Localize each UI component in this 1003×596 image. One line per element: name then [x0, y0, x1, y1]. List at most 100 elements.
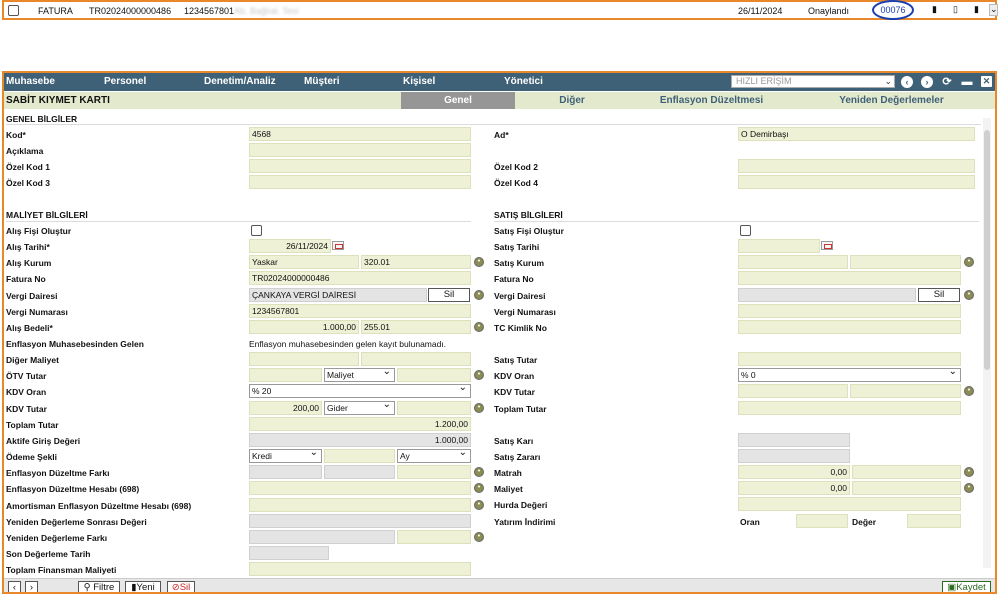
enf-fark-code[interactable] — [397, 465, 471, 479]
row-checkbox[interactable] — [8, 5, 19, 16]
tab-genel[interactable]: Genel — [401, 92, 515, 109]
tab-enflasyon[interactable]: Enflasyon Düzeltmesi — [629, 92, 794, 109]
next-icon[interactable]: › — [25, 581, 38, 592]
alis-fisi-checkbox[interactable] — [251, 225, 262, 236]
diger-maliyet-field[interactable] — [249, 352, 359, 366]
toplam-fin-field[interactable] — [249, 562, 471, 576]
lookup-icon[interactable]: • — [474, 483, 484, 493]
ozel-kod-3-field[interactable] — [249, 175, 471, 189]
alis-bedeli-field[interactable]: 1.000,00 — [249, 320, 359, 334]
ozel-kod-2-field[interactable] — [738, 159, 975, 173]
ozel-kod-4-field[interactable] — [738, 175, 975, 189]
oran-field[interactable] — [796, 514, 848, 528]
document-icon[interactable]: ▮ — [932, 4, 937, 15]
aciklama-field[interactable] — [249, 143, 471, 157]
lookup-icon[interactable]: • — [964, 290, 974, 300]
refresh-icon[interactable]: ⟳ — [941, 76, 953, 88]
alis-tarihi-field[interactable]: 26/11/2024 — [249, 239, 331, 253]
satis-vergi-dairesi-field[interactable] — [738, 288, 916, 302]
ad-field[interactable]: O Demirbaşı — [738, 127, 975, 141]
satis-kdv-tutar-field[interactable] — [738, 384, 848, 398]
diger-maliyet-code[interactable] — [361, 352, 471, 366]
satis-fatura-no-field[interactable] — [738, 271, 961, 285]
menu-denetim[interactable]: Denetim/Analiz — [204, 76, 276, 87]
alis-kurum-name[interactable]: Yaskar — [249, 255, 359, 269]
toplam-tutar-field[interactable]: 1.200,00 — [249, 417, 471, 431]
lookup-icon[interactable]: • — [474, 532, 484, 542]
satis-kurum-name[interactable] — [738, 255, 848, 269]
amort-field[interactable] — [249, 498, 471, 512]
satis-maliyet-field[interactable]: 0,00 — [738, 481, 850, 495]
filter-button[interactable]: ⚲ Filtre — [78, 581, 120, 592]
vertical-scrollbar[interactable] — [983, 118, 991, 568]
yd-fark-code[interactable] — [397, 530, 471, 544]
calendar-icon[interactable] — [821, 241, 833, 250]
lookup-icon[interactable]: • — [474, 257, 484, 267]
satis-vergi-no-field[interactable] — [738, 304, 961, 318]
odeme-period-select[interactable]: Ay — [397, 449, 471, 463]
lookup-icon[interactable]: • — [474, 403, 484, 413]
lookup-icon[interactable]: • — [474, 467, 484, 477]
matrah-field[interactable]: 0,00 — [738, 465, 850, 479]
pdf-icon[interactable]: ▯ — [953, 4, 958, 15]
menu-musteri[interactable]: Müşteri — [304, 76, 340, 87]
alis-kurum-code[interactable]: 320.01 — [361, 255, 471, 269]
lookup-icon[interactable]: • — [474, 500, 484, 510]
kdv-oran-select[interactable]: % 20 — [249, 384, 471, 398]
alis-bedeli-code[interactable]: 255.01 — [361, 320, 471, 334]
menu-yonetici[interactable]: Yönetici — [504, 76, 543, 87]
satis-tutar-field[interactable] — [738, 352, 961, 366]
satis-kdv-oran-select[interactable]: % 0 — [738, 368, 961, 382]
otv-type-select[interactable]: Maliyet — [324, 368, 395, 382]
ozel-kod-1-field[interactable] — [249, 159, 471, 173]
list-row[interactable]: FATURA TR02024000000486 1234567801 Ab. B… — [2, 0, 998, 20]
lookup-icon[interactable]: • — [474, 290, 484, 300]
calendar-icon[interactable] — [332, 241, 344, 250]
kdv-tutar-code[interactable] — [397, 401, 471, 415]
close-icon[interactable]: ✕ — [981, 76, 992, 87]
kdv-tutar-field[interactable]: 200,00 — [249, 401, 322, 415]
tc-field[interactable] — [738, 320, 961, 334]
deger-field[interactable] — [907, 514, 961, 528]
tab-yeniden-degerleme[interactable]: Yeniden Değerlemeler — [794, 92, 989, 109]
lookup-icon[interactable]: • — [474, 322, 484, 332]
satis-kdv-tutar-code[interactable] — [850, 384, 961, 398]
lookup-icon[interactable]: • — [964, 386, 974, 396]
satis-maliyet-code[interactable] — [852, 481, 961, 495]
vergi-no-field[interactable]: 1234567801 — [249, 304, 471, 318]
kod-field[interactable]: 4568 — [249, 127, 471, 141]
satis-kurum-code[interactable] — [850, 255, 961, 269]
back-icon[interactable]: ‹ — [901, 76, 913, 88]
lookup-icon[interactable]: • — [474, 370, 484, 380]
vergi-dairesi-field[interactable]: ÇANKAYA VERGİ DAİRESİ — [249, 288, 427, 302]
satis-toplam-field[interactable] — [738, 401, 961, 415]
scrollbar-thumb[interactable] — [984, 130, 990, 370]
lookup-icon[interactable]: • — [964, 467, 974, 477]
satis-fisi-checkbox[interactable] — [740, 225, 751, 236]
satis-tarihi-field[interactable] — [738, 239, 820, 253]
odeme-select[interactable]: Kredi — [249, 449, 322, 463]
tab-diger[interactable]: Diğer — [515, 92, 629, 109]
file-icon[interactable]: ▮ — [974, 4, 979, 15]
menu-muhasebe[interactable]: Muhasebe — [6, 76, 55, 87]
new-button[interactable]: ▮Yeni — [125, 581, 161, 592]
menu-kisisel[interactable]: Kişisel — [403, 76, 435, 87]
forward-icon[interactable]: › — [921, 76, 933, 88]
otv-code[interactable] — [397, 368, 471, 382]
save-button[interactable]: ▣Kaydet — [942, 581, 991, 592]
enf-hesap-field[interactable] — [249, 481, 471, 495]
otv-field[interactable] — [249, 368, 322, 382]
odeme-count[interactable] — [324, 449, 395, 463]
lookup-icon[interactable]: • — [964, 483, 974, 493]
menu-personel[interactable]: Personel — [104, 76, 146, 87]
matrah-code[interactable] — [852, 465, 961, 479]
vergi-dairesi-clear-button[interactable]: Sil — [428, 288, 470, 302]
hurda-field[interactable] — [738, 497, 961, 511]
maximize-icon[interactable]: ▬ — [961, 76, 973, 88]
row-dropdown-icon[interactable]: ⌄ — [989, 4, 998, 16]
prev-icon[interactable]: ‹ — [8, 581, 21, 592]
satis-vergi-dairesi-clear-button[interactable]: Sil — [918, 288, 960, 302]
quick-access-select[interactable]: HIZLI ERİŞİM ⌄ — [731, 75, 895, 88]
lookup-icon[interactable]: • — [964, 257, 974, 267]
delete-button[interactable]: ⊘Sil — [167, 581, 195, 592]
